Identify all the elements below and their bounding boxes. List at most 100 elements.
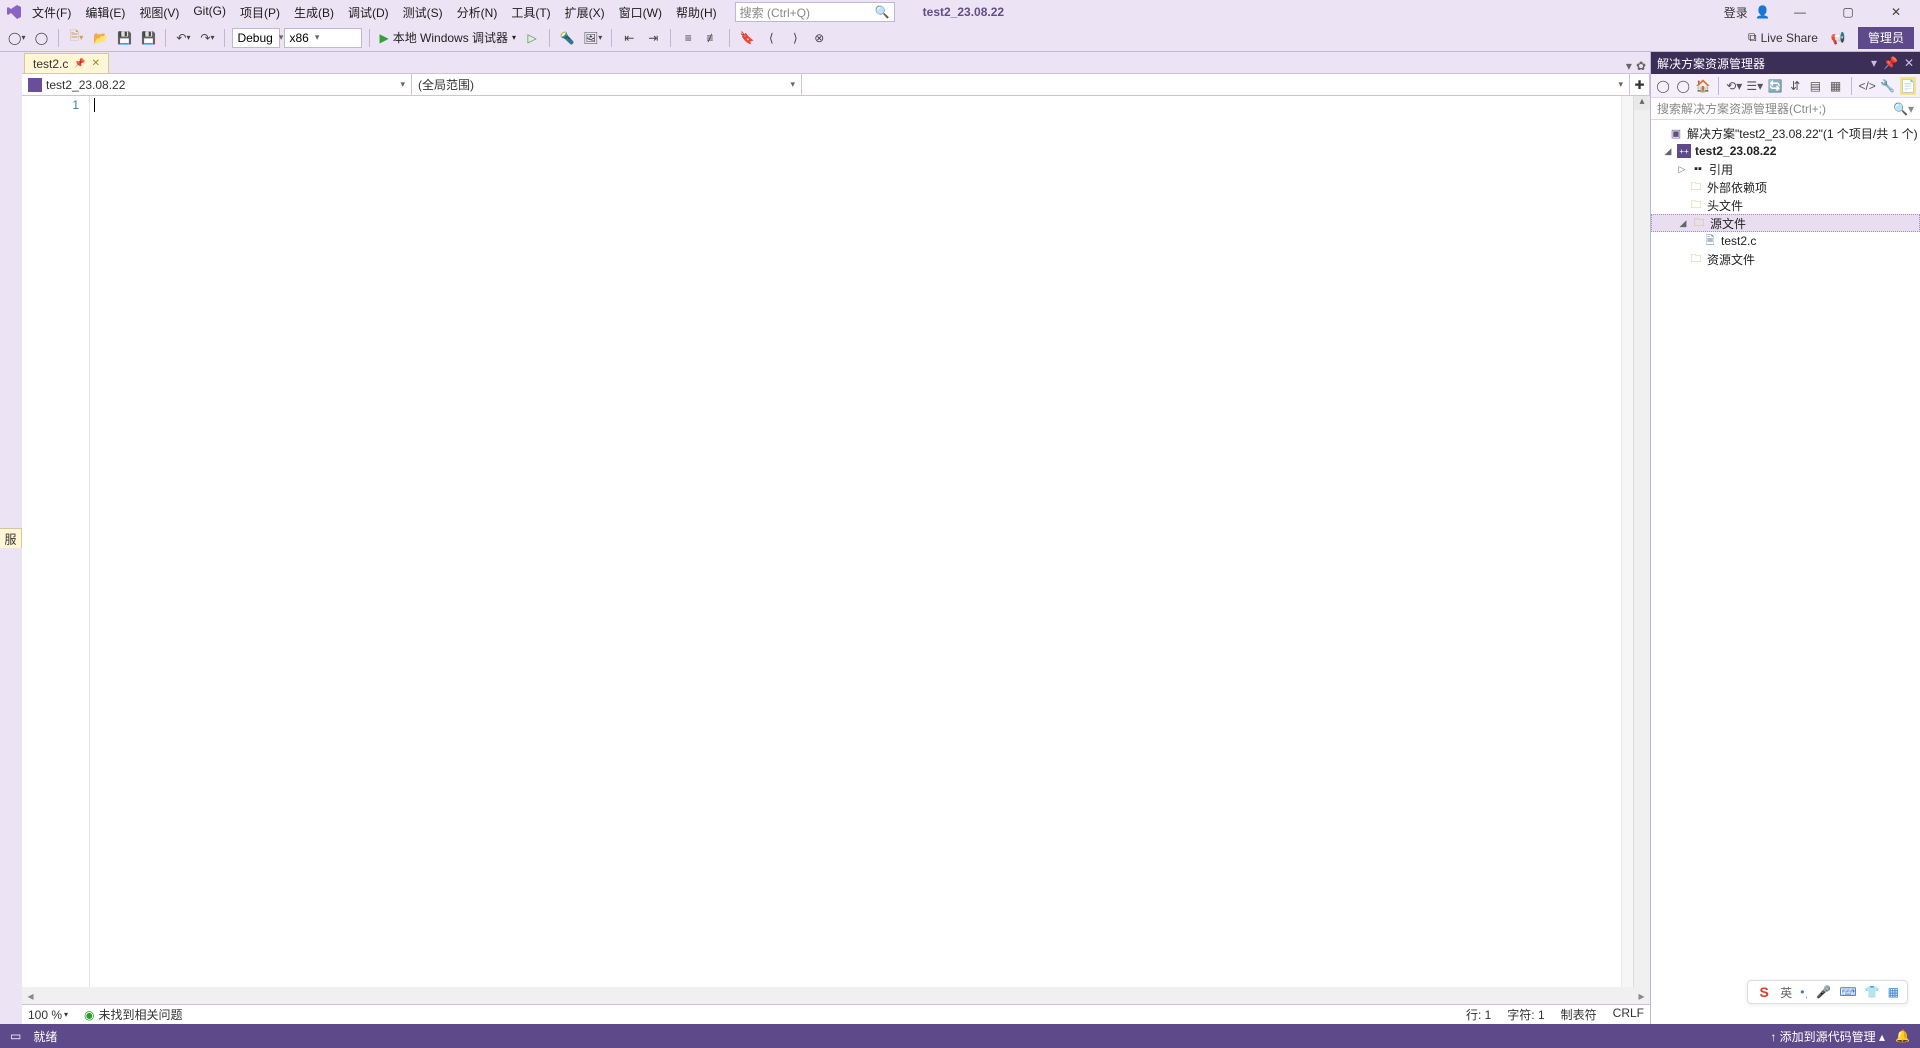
save-button[interactable]: 💾 [114,28,134,48]
filter-button[interactable]: ☰▾ [1746,77,1763,95]
code-editor[interactable]: 1 ▴ [22,96,1650,987]
close-tab-icon[interactable]: ✕ [92,58,100,69]
ime-keyboard-icon[interactable]: ⌨ [1839,985,1856,999]
start-debugging-button[interactable]: ▶本地 Windows 调试器 ▾ [377,28,518,48]
code-text-area[interactable] [90,96,1621,987]
ime-skin-icon[interactable]: 👕 [1865,985,1880,999]
ime-toolbox-icon[interactable]: ▦ [1888,985,1899,999]
pin-icon[interactable]: 📌 [74,58,85,69]
sign-in-button[interactable]: 登录 👤 [1724,4,1770,21]
tab-settings-button[interactable]: ✿ [1636,59,1646,73]
switch-view-button[interactable]: ⟲▾ [1726,77,1742,95]
split-editor-button[interactable]: ✚ [1630,74,1650,95]
ime-voice-icon[interactable]: 🎤 [1816,985,1831,999]
find-in-files-button[interactable]: 🔦 [557,28,577,48]
code-view-button[interactable]: </> [1858,77,1875,95]
show-all-files-button[interactable]: ▦ [1827,77,1843,95]
menu-project[interactable]: 项目(P) [234,2,286,23]
menu-view[interactable]: 视图(V) [133,2,185,23]
tab-overflow-button[interactable]: ▾ [1626,59,1632,73]
nav-back-button[interactable]: ◯ ▾ [6,28,27,48]
menu-extensions[interactable]: 扩展(X) [559,2,611,23]
indent-mode[interactable]: 制表符 [1561,1006,1597,1023]
menu-git[interactable]: Git(G) [187,2,232,23]
expand-icon[interactable]: ◢ [1663,146,1673,157]
zoom-dropdown[interactable]: 100 % ▾ [28,1008,68,1022]
properties-button[interactable]: 🔧 [1880,77,1896,95]
quick-search-input[interactable]: 搜索 (Ctrl+Q) 🔍 [735,2,895,22]
server-explorer-tab[interactable]: 服务器资源管理器 [0,528,22,548]
collapse-all-button[interactable]: ▤ [1807,77,1823,95]
navigation-bar: test2_23.08.22▾ (全局范围)▾ ▾ ✚ [22,74,1650,96]
editor-status-bar: 100 % ▾ ◉未找到相关问题 行: 1 字符: 1 制表符 CRLF [22,1004,1650,1024]
comment-button[interactable]: ≡ [678,28,698,48]
panel-close-icon[interactable]: ✕ [1904,56,1914,70]
indent-right-button[interactable]: ⇥ [643,28,663,48]
tree-file-test2c[interactable]: 🗎 test2.c [1651,232,1920,250]
tree-solution-node[interactable]: ▣ 解决方案"test2_23.08.22"(1 个项目/共 1 个) [1651,124,1920,142]
next-bookmark-button[interactable]: ⟩ [785,28,805,48]
horizontal-scrollbar[interactable]: ◂▸ [22,987,1650,1004]
minimize-button[interactable]: — [1782,2,1818,22]
expand-icon[interactable]: ◢ [1678,218,1688,229]
new-project-button[interactable]: 🗎▾ [66,28,86,48]
close-button[interactable]: ✕ [1878,2,1914,22]
toolbox-button[interactable]: 🖼▾ [581,28,604,48]
panel-pin-icon[interactable]: 📌 [1883,56,1898,70]
ime-toolbar[interactable]: S 英 •ˌ 🎤 ⌨ 👕 ▦ [1747,980,1908,1004]
scope-project-dropdown[interactable]: test2_23.08.22▾ [22,74,412,95]
tree-external-deps-node[interactable]: 🗀 外部依赖项 [1651,178,1920,196]
vertical-scrollbar[interactable]: ▴ [1633,96,1650,987]
menu-analyze[interactable]: 分析(N) [451,2,504,23]
menu-file[interactable]: 文件(F) [26,2,77,23]
clear-bookmarks-button[interactable]: ⊗ [809,28,829,48]
indent-left-button[interactable]: ⇤ [619,28,639,48]
tree-project-node[interactable]: ◢ ++ test2_23.08.22 [1651,142,1920,160]
redo-button[interactable]: ↷▾ [197,28,217,48]
file-tab-test2c[interactable]: test2.c 📌 ✕ [24,53,109,73]
home-button[interactable]: 🏠 [1695,77,1711,95]
line-ending[interactable]: CRLF [1613,1006,1644,1023]
menu-build[interactable]: 生成(B) [288,2,340,23]
start-without-debug-button[interactable]: ▷ [522,28,542,48]
menu-edit[interactable]: 编辑(E) [79,2,131,23]
scope-member-dropdown[interactable]: ▾ [802,74,1630,95]
tree-source-files-node[interactable]: ◢ 🗀 源文件 [1651,214,1920,232]
tree-resource-files-node[interactable]: 🗀 资源文件 [1651,250,1920,268]
undo-button[interactable]: ↶▾ [173,28,193,48]
forward-button[interactable]: ◯ [1675,77,1691,95]
menu-debug[interactable]: 调试(D) [342,2,395,23]
expand-icon[interactable]: ▷ [1677,164,1687,175]
solution-config-dropdown[interactable]: Debug▾ [232,28,280,48]
sync-button[interactable]: ⇵ [1787,77,1803,95]
output-window-icon[interactable]: ▭ [10,1029,21,1043]
menu-tools[interactable]: 工具(T) [505,2,556,23]
menu-window[interactable]: 窗口(W) [613,2,668,23]
live-share-button[interactable]: ⧉ Live Share [1748,30,1818,45]
preview-button[interactable]: 📄 [1900,77,1916,95]
ime-punct-icon[interactable]: •ˌ [1800,985,1808,999]
error-status[interactable]: ◉未找到相关问题 [84,1006,183,1023]
solution-platform-dropdown[interactable]: x86▾ [284,28,362,48]
tree-header-files-node[interactable]: 🗀 头文件 [1651,196,1920,214]
save-all-button[interactable]: 💾 [138,28,158,48]
menu-help[interactable]: 帮助(H) [670,2,723,23]
maximize-button[interactable]: ▢ [1830,2,1866,22]
uncomment-button[interactable]: ≢ [702,28,722,48]
prev-bookmark-button[interactable]: ⟨ [761,28,781,48]
bookmark-button[interactable]: 🔖 [737,28,757,48]
open-file-button[interactable]: 📂 [90,28,110,48]
nav-forward-button[interactable]: ◯ [31,28,51,48]
ime-lang-toggle[interactable]: 英 [1780,984,1792,1001]
panel-dropdown-icon[interactable]: ▾ [1871,56,1877,70]
scope-global-dropdown[interactable]: (全局范围)▾ [412,74,802,95]
add-to-source-control[interactable]: ↑ 添加到源代码管理 ▴ [1770,1028,1885,1045]
back-button[interactable]: ◯ [1655,77,1671,95]
notifications-button[interactable]: 🔔 [1895,1029,1910,1043]
menu-test[interactable]: 测试(S) [397,2,449,23]
feedback-button[interactable]: 📢 [1828,28,1848,48]
scrollbar-minimap[interactable] [1621,96,1633,987]
tree-references-node[interactable]: ▷ ▪▪ 引用 [1651,160,1920,178]
refresh-button[interactable]: 🔄 [1767,77,1783,95]
solution-search-input[interactable]: 搜索解决方案资源管理器(Ctrl+;) 🔍▾ [1651,98,1920,120]
